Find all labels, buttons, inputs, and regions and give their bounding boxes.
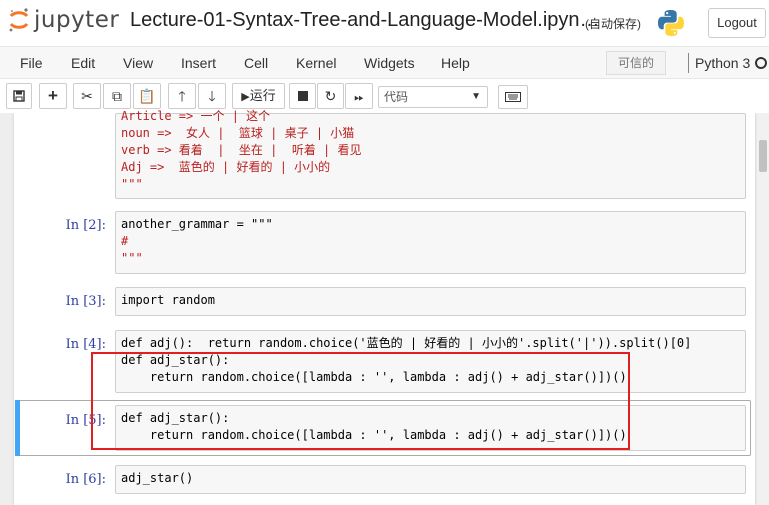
cut-button[interactable]: ✂	[73, 83, 101, 109]
scissors-icon: ✂	[81, 88, 93, 104]
cell-prompt: In [4]:	[65, 337, 106, 352]
python-logo-icon	[658, 10, 684, 36]
cell-prompt: In [3]:	[65, 294, 106, 309]
kernel-status-icon	[755, 57, 767, 69]
menu-file[interactable]: File	[20, 55, 43, 71]
menu-kernel[interactable]: Kernel	[296, 55, 336, 71]
jupyter-logo-icon	[9, 8, 29, 32]
cell-prompt: In [6]:	[65, 472, 106, 487]
red-highlight-box	[91, 352, 630, 450]
code-line: another_grammar = """	[121, 217, 273, 231]
code-line: Adj => 蓝色的 | 好看的 | 小小的	[121, 160, 331, 174]
selected-cell-indicator	[15, 400, 20, 456]
code-cell-input[interactable]: adj_star()	[115, 465, 746, 494]
save-button[interactable]	[6, 83, 32, 109]
kernel-separator	[688, 53, 689, 73]
autosave-status: (自动保存)	[585, 17, 641, 31]
paste-icon: 📋	[138, 88, 156, 104]
menu-view[interactable]: View	[123, 55, 153, 71]
trusted-indicator[interactable]: 可信的	[606, 51, 666, 75]
code-cell-input[interactable]: import random	[115, 287, 746, 316]
logout-button[interactable]: Logout	[708, 8, 766, 38]
copy-icon: ⧉	[112, 88, 122, 104]
code-line: verb => 看着 | 坐在 | 听着 | 看见	[121, 143, 362, 157]
menu-widgets[interactable]: Widgets	[364, 55, 415, 71]
cell-prompt: In [2]:	[65, 218, 106, 233]
menu-help[interactable]: Help	[441, 55, 470, 71]
code-cell-input[interactable]: Article => 一个 | 这个 noun => 女人 | 篮球 | 桌子 |…	[115, 109, 746, 199]
jupyter-logo-text: jupyter	[34, 7, 120, 33]
arrow-down-icon: 🡓	[208, 88, 216, 104]
code-cell-input[interactable]: another_grammar = """ # """	[115, 211, 746, 274]
plus-icon: +	[48, 86, 58, 105]
stop-icon	[297, 91, 308, 101]
fast-forward-icon: ⏩︎	[354, 90, 364, 104]
code-line: adj_star()	[121, 471, 194, 485]
code-line: """	[121, 251, 143, 265]
menubar: File Edit View Insert Cell Kernel Widget…	[0, 46, 769, 79]
code-line: import random	[121, 293, 215, 307]
scrollbar-thumb[interactable]	[759, 140, 767, 172]
notebook-title[interactable]: Lecture-01-Syntax-Tree-and-Language-Mode…	[130, 9, 600, 32]
menu-insert[interactable]: Insert	[181, 55, 216, 71]
insert-cell-button[interactable]: +	[39, 83, 67, 109]
keyboard-icon	[505, 92, 521, 102]
restart-icon: ↻	[324, 88, 337, 104]
menu-cell[interactable]: Cell	[244, 55, 268, 71]
code-line: Article => 一个 | 这个	[121, 109, 271, 123]
run-label: 运行	[249, 88, 276, 103]
header: jupyter Lecture-01-Syntax-Tree-and-Langu…	[0, 0, 769, 46]
menu-edit[interactable]: Edit	[71, 55, 95, 71]
cell-type-value: 代码	[384, 90, 409, 104]
kernel-name[interactable]: Python 3	[695, 55, 750, 71]
code-line: def adj(): return random.choice('蓝色的 | 好…	[121, 336, 692, 350]
code-line: #	[121, 234, 129, 248]
step-forward-icon: ▶︎	[241, 91, 250, 103]
code-line: """	[121, 177, 143, 191]
arrow-up-icon: 🡑	[178, 88, 186, 104]
save-icon	[13, 90, 25, 102]
jupyter-logo[interactable]: jupyter	[8, 6, 119, 34]
code-line: noun => 女人 | 篮球 | 桌子 | 小猫	[121, 126, 355, 140]
